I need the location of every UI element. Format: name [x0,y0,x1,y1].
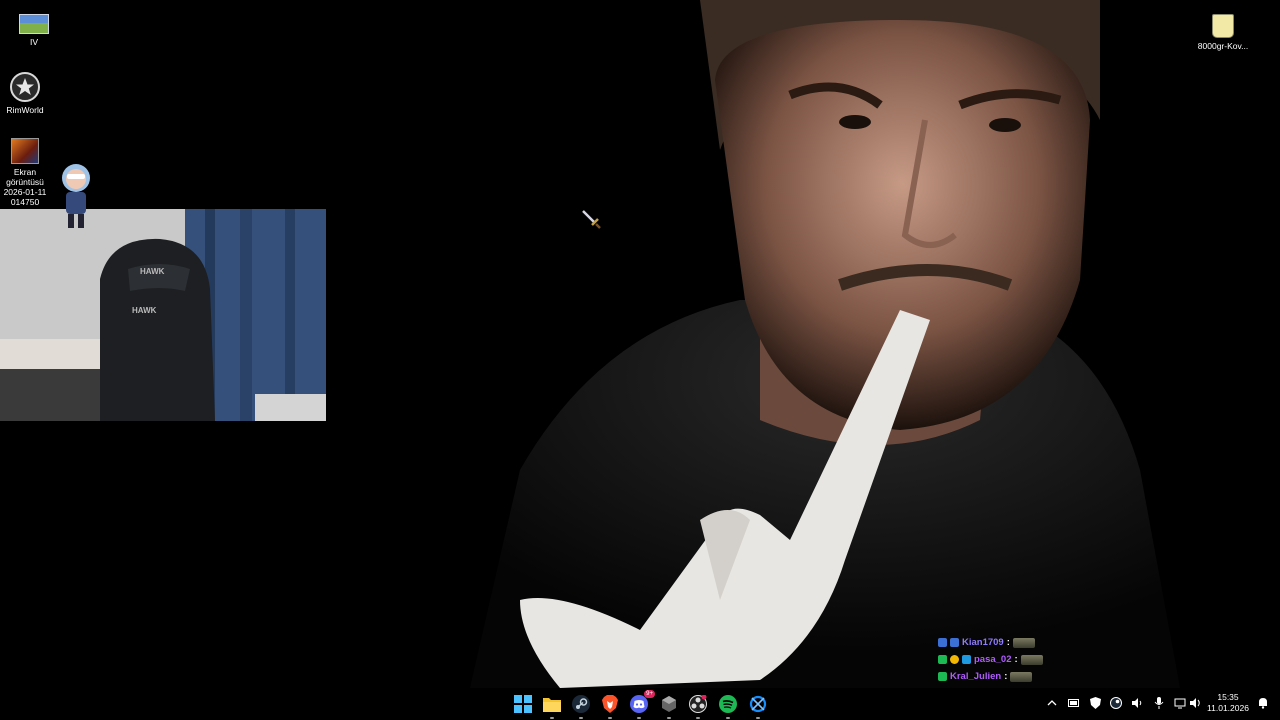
tray-network[interactable] [1173,696,1187,710]
desktop-icon-rimworld[interactable]: RimWorld [0,72,55,115]
running-indicator [756,717,760,719]
chat-username: Kral_Julien [950,671,1002,682]
running-indicator [550,717,554,719]
chat-badge-icon [950,638,959,647]
windows-icon [514,695,532,713]
steam-tray-icon [1110,697,1122,709]
bucket-image-icon [1212,14,1234,38]
chat-separator: : [1006,637,1010,648]
spotify-icon [719,695,737,713]
running-indicator [579,717,583,719]
start-button[interactable] [511,692,535,716]
tray-microphone[interactable] [1152,696,1166,710]
taskbar-clock[interactable]: 15:35 11.01.2026 [1206,692,1250,714]
chat-message: pasa_02 : [938,651,1058,668]
taskbar: 9+ 15:35 11.01.2026 [0,688,1280,720]
desktop-icon-label: IV [29,37,39,47]
screenshot-file-icon [11,138,39,164]
chair-brand-top: HAWK [140,267,165,276]
chat-emote-icon [1012,637,1035,648]
desktop-icon-bucket[interactable]: 8000gr-Kov... [1192,14,1254,51]
running-indicator [637,717,641,719]
taskbar-spotify[interactable] [716,692,740,719]
notification-center-button[interactable] [1256,696,1270,710]
running-indicator [667,717,671,719]
clock-date: 11.01.2026 [1207,703,1249,713]
speaker-icon [1132,698,1142,708]
tray-security[interactable] [1088,696,1102,710]
chat-badge-icon [938,638,947,647]
taskbar-discord[interactable]: 9+ [627,690,655,719]
chat-separator: : [1014,654,1018,665]
brave-icon [602,695,618,713]
tray-battery[interactable] [1067,696,1081,710]
webcam-scene: HAWK HAWK [0,209,326,421]
chat-emote-icon [1020,654,1043,665]
chat-badge-icon [938,655,947,664]
chat-separator: : [1004,671,1008,682]
tray-speaker[interactable] [1130,696,1144,710]
chat-badge-icon [962,655,971,664]
notification-icon [1259,698,1267,709]
desktop-icon-label-line: 2026-01-11 [3,187,47,197]
chat-badge-icon [950,655,959,664]
shield-icon [1089,697,1101,709]
taskbar-file-explorer[interactable] [540,692,564,719]
chevron-up-icon [1047,700,1057,706]
tray-steam[interactable] [1109,696,1123,710]
folder-icon [543,698,561,712]
taskbar-brave[interactable] [598,692,622,719]
taskbar-obs[interactable] [686,692,710,719]
taskbar-steam[interactable] [569,692,593,719]
desktop-icon-iv[interactable]: IV [4,14,64,47]
desktop-icon-label: RimWorld [6,105,44,115]
chat-username: Kian1709 [962,637,1004,648]
cube-icon [662,696,676,712]
desktop-icon-label-line: 014750 [10,197,40,207]
chair-brand-bottom: HAWK [132,306,157,315]
desktop-icon-label-line: Ekran [13,167,37,177]
chat-emote-icon [1010,671,1033,682]
volume-icon [1190,698,1200,708]
network-icon [1174,698,1186,709]
battlenet-icon [749,695,767,713]
tray-volume[interactable] [1188,696,1202,710]
avatar-sticker [62,164,90,228]
taskbar-battlenet[interactable] [746,692,770,719]
chat-username: pasa_02 [974,654,1012,665]
show-hidden-icons-button[interactable] [1045,696,1059,710]
chat-badge-icon [938,672,947,681]
clock-time: 15:35 [1217,692,1239,702]
steam-icon [572,695,590,713]
discord-notification-badge: 9+ [644,690,655,698]
desktop-icon-label-line: görüntüsü [6,177,44,187]
microphone-icon [1154,697,1164,709]
running-indicator [726,717,730,719]
obs-icon [689,695,707,713]
battery-icon [1068,699,1079,707]
webcam-overlay: HAWK HAWK [0,209,326,421]
desktop-icon-label: 8000gr-Kov... [1197,41,1249,51]
chat-message: Kian1709 : [938,634,1058,651]
rimworld-icon [10,72,40,102]
chat-message: Kral_Julien : [938,668,1058,685]
running-indicator [608,717,612,719]
running-indicator [696,717,700,719]
image-shortcut-icon [19,14,49,34]
desktop-icon-screenshot[interactable]: Ekran görüntüsü 2026-01-11 014750 [0,138,55,207]
taskbar-game-app[interactable] [657,692,681,719]
sword-cursor-icon [582,210,601,229]
discord-icon [630,695,648,713]
